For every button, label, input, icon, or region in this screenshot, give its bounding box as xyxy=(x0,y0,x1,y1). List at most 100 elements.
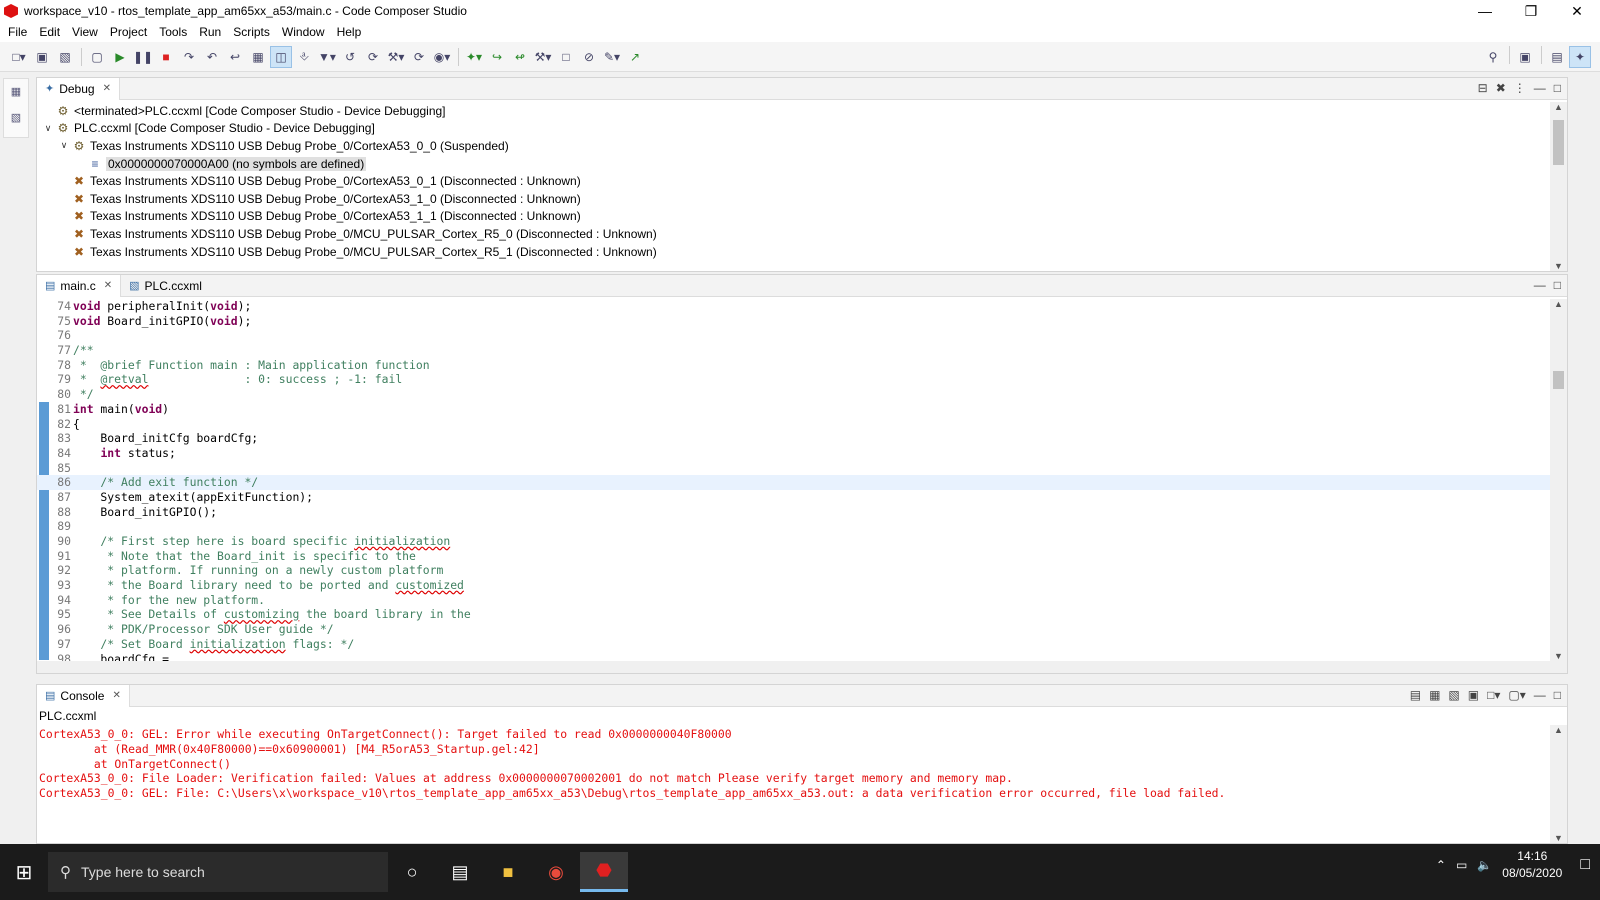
resume-icon[interactable]: ▶ xyxy=(109,46,131,68)
editor-hscrollbar[interactable] xyxy=(37,661,1550,673)
scroll-up-icon[interactable]: ▲ xyxy=(1550,725,1567,735)
view-menu-icon[interactable]: ⋮ xyxy=(1514,81,1526,95)
cortana-icon[interactable]: ○ xyxy=(388,852,436,892)
clear-console-icon[interactable]: ▤ xyxy=(1410,688,1421,702)
scroll-up-icon[interactable]: ▲ xyxy=(1550,299,1567,309)
suspend-icon[interactable]: ❚❚ xyxy=(132,46,154,68)
debug-tree-row[interactable]: ⚙ <terminated>PLC.ccxml [Code Composer St… xyxy=(41,102,1545,120)
debug-perspective-icon[interactable]: ✦ xyxy=(1569,46,1591,68)
windows-start-icon[interactable]: ⊞ xyxy=(0,852,48,892)
file-explorer-icon[interactable]: ■ xyxy=(484,852,532,892)
code-editor[interactable]: 74 void peripheralInit(void); 75 void Board… xyxy=(37,299,1550,661)
editor-scrollbar[interactable]: ▲ ▼ xyxy=(1550,299,1567,673)
load-program-icon[interactable]: ▼▾ xyxy=(316,46,338,68)
chevron-down-icon[interactable]: ∨ xyxy=(57,140,71,151)
task-view-icon[interactable]: ▤ xyxy=(436,852,484,892)
search-icon[interactable]: ⚲ xyxy=(1482,46,1504,68)
debug-scrollbar[interactable]: ▲ ▼ xyxy=(1550,102,1567,271)
tab-main-c[interactable]: ▤ main.c ✕ xyxy=(37,274,122,297)
debug-tree-row[interactable]: ✖ Texas Instruments XDS110 USB Debug Prob… xyxy=(41,243,1545,261)
console-scrollbar[interactable]: ▲ ▼ xyxy=(1550,725,1567,843)
debug-tree-row[interactable]: ≡ 0x0000000070000A00 (no symbols are defi… xyxy=(41,155,1545,173)
project-explorer-icon[interactable]: ▧ xyxy=(4,111,28,131)
debug-launch-icon[interactable]: ◉▾ xyxy=(431,46,453,68)
menu-file[interactable]: File xyxy=(2,25,33,39)
scroll-up-icon[interactable]: ▲ xyxy=(1550,102,1567,112)
minimize-view-icon[interactable]: — xyxy=(1534,688,1546,702)
debug-tree-row[interactable]: ∨ ⚙ Texas Instruments XDS110 USB Debug Pro… xyxy=(41,137,1545,155)
restart-icon[interactable]: ↺ xyxy=(339,46,361,68)
maximize-view-icon[interactable]: □ xyxy=(1554,278,1561,292)
edit-perspective-icon[interactable]: ▤ xyxy=(1546,46,1568,68)
menu-edit[interactable]: Edit xyxy=(33,25,66,39)
display-console-icon[interactable]: □▾ xyxy=(1487,688,1500,702)
minimize-button[interactable]: — xyxy=(1462,0,1508,22)
build-icon[interactable]: ⚒▾ xyxy=(385,46,407,68)
open-perspective-button-icon[interactable]: ▣ xyxy=(1514,46,1536,68)
new-icon[interactable]: □▾ xyxy=(8,46,30,68)
step-into-icon[interactable]: ↷ xyxy=(178,46,200,68)
ccs-taskbar-icon[interactable]: ⬣ xyxy=(580,852,628,892)
search-file-icon[interactable]: ⊘ xyxy=(578,46,600,68)
minimize-view-icon[interactable]: — xyxy=(1534,278,1546,292)
pencil-icon[interactable]: ✎▾ xyxy=(601,46,623,68)
reset-icon[interactable]: ⟳ xyxy=(362,46,384,68)
close-icon[interactable]: ✕ xyxy=(103,83,111,94)
remove-terminated-icon[interactable]: ✖ xyxy=(1496,81,1506,95)
scroll-down-icon[interactable]: ▼ xyxy=(1550,833,1567,843)
open-perspective-icon[interactable]: □ xyxy=(555,46,577,68)
step-over-asm-icon[interactable]: ↫ xyxy=(509,46,531,68)
bug-icon[interactable]: ✦▾ xyxy=(463,46,485,68)
console-output[interactable]: CortexA53_0_0: GEL: Error while executin… xyxy=(39,727,1550,843)
connect-target-icon[interactable]: ◫ xyxy=(270,45,292,68)
menu-view[interactable]: View xyxy=(66,25,104,39)
step-over-icon[interactable]: ↶ xyxy=(201,46,223,68)
close-button[interactable]: ✕ xyxy=(1554,0,1600,22)
close-icon[interactable]: ✕ xyxy=(112,690,120,701)
step-asm-icon[interactable]: ↪ xyxy=(486,46,508,68)
pin-console-icon[interactable]: ▣ xyxy=(1468,688,1479,702)
collapse-all-icon[interactable]: ⊟ xyxy=(1478,81,1488,95)
menu-tools[interactable]: Tools xyxy=(153,25,193,39)
taskbar-clock[interactable]: 14:16 08/05/2020 xyxy=(1502,848,1562,882)
restore-button[interactable]: ❐ xyxy=(1508,0,1554,22)
maximize-view-icon[interactable]: □ xyxy=(1554,81,1561,95)
volume-icon[interactable]: 🔈 xyxy=(1477,858,1492,872)
tab-debug[interactable]: ✦ Debug ✕ xyxy=(37,77,120,100)
menu-project[interactable]: Project xyxy=(104,25,153,39)
menu-run[interactable]: Run xyxy=(193,25,227,39)
terminate-icon[interactable]: ■ xyxy=(155,46,177,68)
notifications-icon[interactable]: □ xyxy=(1580,856,1590,874)
export-icon[interactable]: ↗ xyxy=(624,46,646,68)
scroll-lock-icon[interactable]: ▦ xyxy=(1429,688,1440,702)
debug-tree-row[interactable]: ✖ Texas Instruments XDS110 USB Debug Prob… xyxy=(41,225,1545,243)
menu-scripts[interactable]: Scripts xyxy=(227,25,276,39)
save-all-icon[interactable]: ▧ xyxy=(54,46,76,68)
taskbar-search-box[interactable]: ⚲ Type here to search xyxy=(48,852,388,892)
scroll-down-icon[interactable]: ▼ xyxy=(1550,261,1567,271)
tab-console[interactable]: ▤ Console ✕ xyxy=(37,684,130,707)
open-console-icon[interactable]: ▢▾ xyxy=(1508,688,1525,702)
debug-tree-row[interactable]: ∨ ⚙ PLC.ccxml [Code Composer Studio - Devi… xyxy=(41,120,1545,138)
chrome-icon[interactable]: ◉ xyxy=(532,852,580,892)
tab-plc-ccxml[interactable]: ▧ PLC.ccxml xyxy=(121,275,210,297)
close-icon[interactable]: ✕ xyxy=(104,280,112,291)
disconnect-icon[interactable]: ⎀ xyxy=(293,46,315,68)
scroll-thumb[interactable] xyxy=(1553,371,1564,389)
chevron-down-icon[interactable]: ∨ xyxy=(41,123,55,134)
menu-help[interactable]: Help xyxy=(331,25,368,39)
memory-grid-icon[interactable]: ▦ xyxy=(247,46,269,68)
word-wrap-icon[interactable]: ▧ xyxy=(1448,688,1459,702)
refresh-icon[interactable]: ⟳ xyxy=(408,46,430,68)
debug-tree-row[interactable]: ✖ Texas Instruments XDS110 USB Debug Prob… xyxy=(41,190,1545,208)
minimize-view-icon[interactable]: — xyxy=(1534,81,1546,95)
battery-icon[interactable]: ▭ xyxy=(1456,858,1467,872)
hammer-icon[interactable]: ⚒▾ xyxy=(532,46,554,68)
debug-view-icon[interactable]: ▢ xyxy=(86,46,108,68)
menu-window[interactable]: Window xyxy=(276,25,331,39)
debug-tree-row[interactable]: ✖ Texas Instruments XDS110 USB Debug Prob… xyxy=(41,208,1545,226)
chevron-up-icon[interactable]: ⌃ xyxy=(1436,858,1446,872)
step-return-icon[interactable]: ↩ xyxy=(224,46,246,68)
scroll-down-icon[interactable]: ▼ xyxy=(1550,651,1567,661)
restore-view-icon[interactable]: ▦ xyxy=(4,85,28,105)
